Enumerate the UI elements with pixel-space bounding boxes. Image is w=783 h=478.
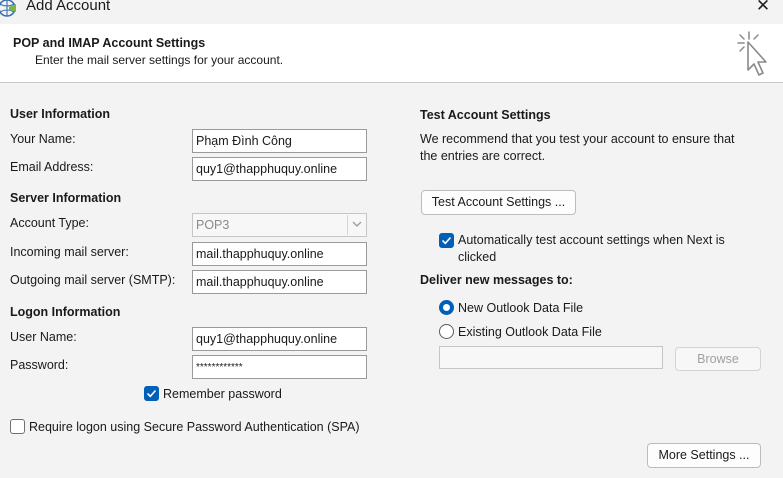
server-info-heading: Server Information (10, 191, 122, 205)
existing-data-file-label: Existing Outlook Data File (458, 325, 602, 339)
dialog-header: POP and IMAP Account Settings Enter the … (0, 24, 783, 83)
auto-test-label-line1: Automatically test account settings when… (458, 233, 725, 247)
user-name-field[interactable]: quy1@thapphuquy.online (192, 327, 367, 351)
your-name-label: Your Name: (10, 132, 76, 146)
test-settings-heading: Test Account Settings (420, 108, 551, 122)
header-title: POP and IMAP Account Settings (13, 36, 206, 50)
your-name-field[interactable]: Phạm Đình Công (192, 129, 367, 153)
user-name-label: User Name: (10, 330, 77, 344)
cursor-click-icon (737, 31, 767, 76)
outlook-app-icon (0, 0, 16, 17)
browse-button[interactable]: Browse (675, 347, 761, 371)
password-label: Password: (10, 358, 69, 372)
test-description-line1: We recommend that you test your account … (420, 132, 735, 146)
new-data-file-label: New Outlook Data File (458, 301, 584, 315)
account-type-select[interactable]: POP3 (192, 213, 367, 237)
more-settings-button[interactable]: More Settings ... (647, 443, 761, 468)
checkmark-icon (441, 236, 452, 245)
email-address-label: Email Address: (10, 160, 94, 174)
existing-data-file-radio[interactable] (439, 324, 454, 339)
incoming-server-field[interactable]: mail.thapphuquy.online (192, 242, 367, 266)
account-type-value: POP3 (196, 218, 230, 232)
checkmark-icon (146, 389, 157, 398)
spa-label: Require logon using Secure Password Auth… (29, 420, 360, 434)
remember-password-checkbox[interactable] (144, 386, 159, 401)
outgoing-server-label: Outgoing mail server (SMTP): (10, 273, 176, 287)
test-description-line2: the entries are correct. (420, 149, 546, 163)
incoming-server-label: Incoming mail server: (10, 245, 129, 259)
spa-checkbox[interactable] (10, 419, 25, 434)
password-field[interactable]: ************ (192, 355, 367, 379)
data-file-path-field[interactable] (439, 346, 663, 369)
window-title: Add Account (26, 0, 111, 14)
deliver-heading: Deliver new messages to: (420, 273, 573, 287)
user-info-heading: User Information (10, 107, 111, 121)
new-data-file-radio[interactable] (439, 300, 454, 315)
remember-password-label: Remember password (163, 387, 282, 401)
account-type-label: Account Type: (10, 216, 89, 230)
outgoing-server-field[interactable]: mail.thapphuquy.online (192, 270, 367, 294)
close-button[interactable]: ✕ (748, 0, 778, 20)
logon-info-heading: Logon Information (10, 305, 121, 319)
test-account-settings-button[interactable]: Test Account Settings ... (421, 190, 576, 215)
chevron-down-icon (347, 215, 365, 235)
close-icon: ✕ (755, 0, 771, 15)
title-bar: Add Account ✕ (0, 0, 783, 24)
header-subtitle: Enter the mail server settings for your … (35, 53, 284, 67)
auto-test-label-line2: clicked (458, 250, 497, 264)
email-address-field[interactable]: quy1@thapphuquy.online (192, 157, 367, 181)
auto-test-checkbox[interactable] (439, 233, 454, 248)
